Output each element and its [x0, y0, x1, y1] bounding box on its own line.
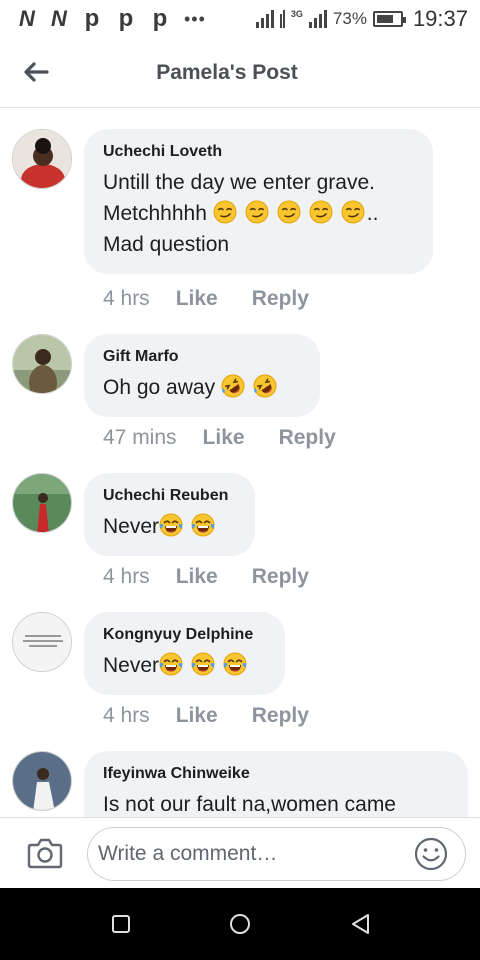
emoji-smirk-icon: [341, 200, 365, 224]
reply-button[interactable]: Reply: [279, 426, 336, 450]
notification-icons: N N p p p •••: [14, 5, 206, 33]
clock: 19:37: [412, 6, 468, 31]
comment-author[interactable]: Uchechi Loveth: [103, 143, 413, 161]
comment-actions: 4 hrs Like Reply: [103, 565, 309, 589]
profile-photo: [13, 130, 71, 188]
comment-author[interactable]: Ifeyinwa Chinweike: [103, 765, 448, 783]
pinterest-notification-icon: p: [118, 5, 134, 32]
like-button[interactable]: Like: [176, 565, 218, 589]
comment-input[interactable]: [87, 827, 466, 881]
comment-author[interactable]: Gift Marfo: [103, 348, 300, 366]
pinterest-notification-icon: p: [152, 5, 168, 32]
data-arrows-icon: [279, 10, 285, 28]
like-button[interactable]: Like: [203, 426, 245, 450]
arrow-left-icon: [24, 62, 49, 82]
emoji-row: [159, 513, 215, 538]
emoji-joy-icon: [159, 652, 183, 676]
comment-author[interactable]: Kongnyuy Delphine: [103, 626, 265, 644]
pinterest-notification-icon: p: [84, 5, 100, 32]
comment-timestamp: 4 hrs: [103, 565, 150, 588]
profile-photo: [13, 335, 71, 393]
emoji-rofl-icon: [253, 374, 277, 398]
signal-icon-2: [308, 10, 327, 28]
emoji-joy-icon: [191, 513, 215, 537]
comment-text: Untill the day we enter grave. Metchhhhh…: [103, 167, 413, 260]
avatar[interactable]: [12, 612, 72, 672]
comment-text: Never: [103, 511, 235, 542]
comment-timestamp: 4 hrs: [103, 287, 150, 310]
comment-line-with-emoji: Metchhhhh ..: [103, 198, 413, 229]
avatar[interactable]: [12, 751, 72, 811]
comment-line: Never: [103, 654, 160, 677]
reply-button[interactable]: Reply: [252, 565, 309, 589]
emoji-row: [221, 374, 277, 399]
back-triangle-icon: [352, 914, 369, 934]
home-button[interactable]: [227, 911, 253, 937]
network-type-label: 3G: [290, 9, 303, 19]
comment-bubble[interactable]: Kongnyuy Delphine Never: [84, 612, 285, 695]
reply-button[interactable]: Reply: [252, 287, 309, 311]
comment-bubble[interactable]: Gift Marfo Oh go away: [84, 334, 320, 417]
avatar[interactable]: [12, 473, 72, 533]
emoji-joy-icon: [159, 513, 183, 537]
home-circle-icon: [230, 914, 250, 934]
reply-button[interactable]: Reply: [252, 704, 309, 728]
emoji-suffix: ..: [366, 202, 379, 225]
app-notification-icon: N: [19, 6, 35, 31]
comment-text: Never: [103, 650, 265, 681]
comment-composer: [0, 817, 480, 888]
post-header: Pamela's Post: [0, 38, 480, 108]
comment-text: Is not our fault na,women came: [103, 793, 396, 816]
comment-author[interactable]: Uchechi Reuben: [103, 487, 235, 505]
emoji-smirk-icon: [213, 200, 237, 224]
emoji-joy-icon: [191, 652, 215, 676]
comment-line: Untill the day we enter grave.: [103, 171, 375, 194]
nav-back-button[interactable]: [348, 911, 374, 937]
comment-actions: 4 hrs Like Reply: [103, 704, 309, 728]
recents-button[interactable]: [108, 911, 134, 937]
page-title: Pamela's Post: [156, 60, 298, 84]
comment-timestamp: 4 hrs: [103, 704, 150, 727]
emoji-smirk-icon: [245, 200, 269, 224]
battery-percentage: 73%: [332, 9, 367, 28]
emoji-row: [159, 652, 247, 677]
comment-timestamp: 47 mins: [103, 426, 177, 449]
comment-line: Never: [103, 515, 160, 538]
smiley-icon: [414, 837, 448, 871]
comment-bubble[interactable]: Uchechi Reuben Never: [84, 473, 255, 556]
back-button[interactable]: [18, 54, 54, 90]
profile-photo: [13, 474, 71, 532]
comment-actions: 47 mins Like Reply: [103, 426, 336, 450]
emoji-smirk-icon: [309, 200, 333, 224]
comment-line: Metchhhhh: [103, 202, 207, 225]
like-button[interactable]: Like: [176, 704, 218, 728]
recents-square-icon: [112, 915, 130, 933]
emoji-button[interactable]: [413, 836, 449, 872]
battery-icon: [372, 11, 406, 27]
comment-bubble[interactable]: Ifeyinwa Chinweike Is not our fault na,w…: [84, 751, 468, 817]
comment-bubble[interactable]: Uchechi Loveth Untill the day we enter g…: [84, 129, 433, 274]
emoji-row: ..: [213, 200, 379, 225]
profile-photo: [13, 613, 71, 671]
emoji-rofl-icon: [221, 374, 245, 398]
avatar[interactable]: [12, 129, 72, 189]
comment-list[interactable]: Uchechi Loveth Untill the day we enter g…: [0, 109, 480, 817]
camera-icon: [27, 838, 63, 869]
emoji-smirk-icon: [277, 200, 301, 224]
app-notification-icon: N: [51, 6, 67, 31]
more-notifications-icon: •••: [184, 8, 206, 29]
comment-text: Oh go away: [103, 372, 300, 403]
comment-actions: 4 hrs Like Reply: [103, 287, 309, 311]
comment-line: Mad question: [103, 233, 230, 256]
system-nav-bar: [0, 888, 480, 960]
comment-line: Oh go away: [103, 376, 216, 399]
system-indicators: 3G 73% 19:37: [255, 6, 468, 32]
camera-button[interactable]: [26, 836, 64, 870]
avatar[interactable]: [12, 334, 72, 394]
emoji-joy-icon: [223, 652, 247, 676]
signal-icon: [255, 10, 274, 28]
status-bar: N N p p p ••• 3G 73% 19:37: [0, 0, 480, 38]
like-button[interactable]: Like: [176, 287, 218, 311]
profile-photo: [13, 752, 71, 810]
